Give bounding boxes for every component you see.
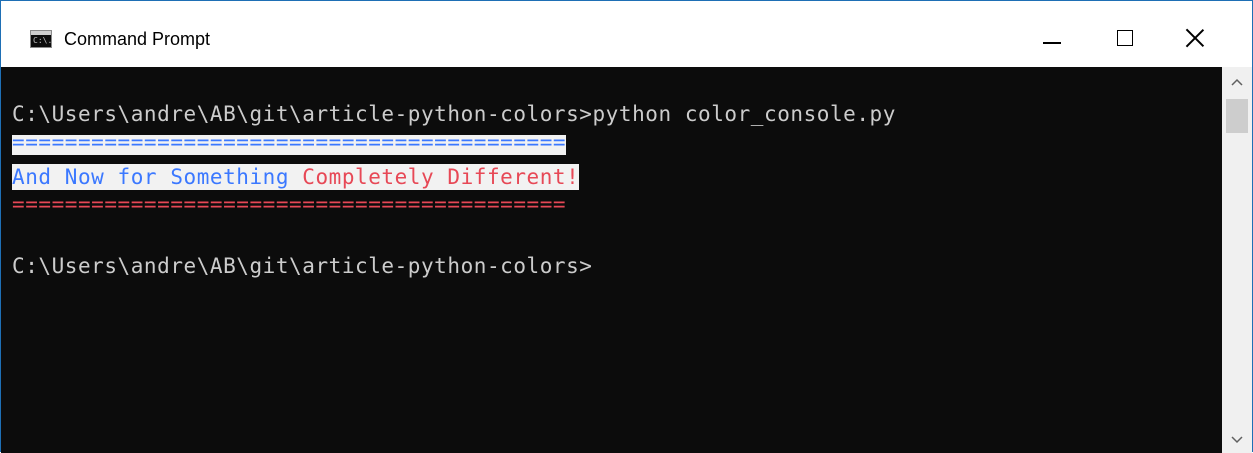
title-bar[interactable]: C:\. Command Prompt <box>1 1 1252 67</box>
command-prompt-icon[interactable]: C:\. <box>30 30 52 48</box>
prompt-line: C:\Users\andre\AB\git\article-python-col… <box>12 254 593 278</box>
separator-line-blue: ========================================… <box>12 130 567 155</box>
separator-line-red: ========================================… <box>12 192 567 216</box>
command-line: C:\Users\andre\AB\git\article-python-col… <box>12 102 896 126</box>
message-blue-text: And Now for Something <box>12 165 290 189</box>
colored-message-line: And Now for Something Completely Differe… <box>12 164 580 190</box>
close-icon <box>1185 28 1205 48</box>
command-prompt-window: C:\. Command Prompt C:\Users\andre\AB\gi… <box>0 0 1253 453</box>
maximize-icon <box>1117 30 1133 46</box>
chevron-up-icon[interactable] <box>1229 75 1245 91</box>
chevron-down-icon[interactable] <box>1229 431 1245 447</box>
close-button[interactable] <box>1172 15 1218 61</box>
minimize-icon <box>1043 42 1061 44</box>
window-title: Command Prompt <box>64 29 211 49</box>
minimize-button[interactable] <box>1029 15 1075 61</box>
scrollbar-thumb[interactable] <box>1226 99 1248 133</box>
maximize-button[interactable] <box>1102 15 1148 61</box>
vertical-scrollbar[interactable] <box>1222 67 1252 453</box>
console-output[interactable]: C:\Users\andre\AB\git\article-python-col… <box>1 67 1222 453</box>
message-red-text: Completely Different! <box>289 165 580 189</box>
